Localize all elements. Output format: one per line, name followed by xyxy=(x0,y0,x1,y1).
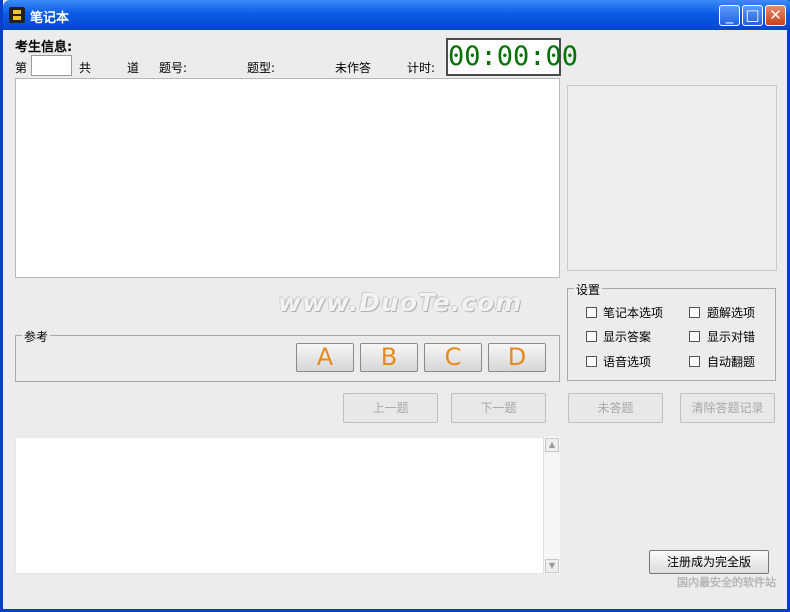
client-area: 考生信息: 第 共 道 题号: 题型: 未作答 计时: 00:00:00 www… xyxy=(6,30,784,606)
question-number-input[interactable] xyxy=(31,55,72,76)
answer-c-button[interactable]: C xyxy=(424,343,482,372)
notes-text-area[interactable] xyxy=(15,437,560,574)
register-full-version-button[interactable]: 注册成为完全版 xyxy=(649,550,769,574)
notebook-options-checkbox[interactable] xyxy=(586,307,597,318)
question-prefix-label: 第 xyxy=(15,61,28,75)
reference-label: 参考 xyxy=(22,328,51,345)
timer-label: 计时: xyxy=(407,61,436,75)
voice-options-checkbox[interactable] xyxy=(586,356,597,367)
show-correctness-label[interactable]: 显示对错 xyxy=(707,328,755,345)
main-window: 笔记本 _ □ ✕ 考生信息: 第 共 道 题号: 题型: 未作答 计时: 00… xyxy=(0,0,790,612)
corner-logo-text: 国内最安全的软件站 xyxy=(677,576,776,589)
show-correctness-checkbox[interactable] xyxy=(689,331,700,342)
notebook-options-label[interactable]: 笔记本选项 xyxy=(603,304,663,321)
minimize-button[interactable]: _ xyxy=(719,5,740,26)
question-type-label: 题型: xyxy=(247,61,276,75)
solution-options-checkbox[interactable] xyxy=(689,307,700,318)
auto-turn-checkbox[interactable] xyxy=(689,356,700,367)
unanswered-questions-button[interactable]: 未答题 xyxy=(568,393,663,423)
question-no-label: 题号: xyxy=(159,61,188,75)
exam-info-heading: 考生信息: xyxy=(15,40,73,55)
reference-group: 参考 A B C D xyxy=(15,328,560,382)
prev-question-button[interactable]: 上一题 xyxy=(343,393,438,423)
answer-a-button[interactable]: A xyxy=(296,343,354,372)
unanswered-label: 未作答 xyxy=(335,61,372,75)
show-answer-checkbox[interactable] xyxy=(586,331,597,342)
auto-turn-label[interactable]: 自动翻题 xyxy=(707,353,755,370)
show-answer-label[interactable]: 显示答案 xyxy=(603,328,651,345)
title-bar[interactable]: 笔记本 _ □ ✕ xyxy=(3,0,790,30)
solution-options-label[interactable]: 题解选项 xyxy=(707,304,755,321)
notes-scrollbar[interactable]: ▲ ▼ xyxy=(543,437,560,574)
timer-display: 00:00:00 xyxy=(446,38,578,76)
answer-d-button[interactable]: D xyxy=(488,343,546,372)
clear-records-button[interactable]: 清除答题记录 xyxy=(680,393,775,423)
next-question-button[interactable]: 下一题 xyxy=(451,393,546,423)
unit-label: 道 xyxy=(127,61,140,75)
maximize-button[interactable]: □ xyxy=(742,5,763,26)
voice-options-label[interactable]: 语音选项 xyxy=(603,353,651,370)
question-text-area[interactable] xyxy=(15,78,560,278)
answer-b-button[interactable]: B xyxy=(360,343,418,372)
scroll-up-arrow-icon[interactable]: ▲ xyxy=(545,438,559,452)
settings-title: 设置 xyxy=(574,281,603,298)
image-panel xyxy=(567,85,777,271)
watermark: www.DuoTe.com xyxy=(278,288,523,317)
total-label: 共 xyxy=(79,61,92,75)
scroll-down-arrow-icon[interactable]: ▼ xyxy=(545,559,559,573)
close-button[interactable]: ✕ xyxy=(765,5,786,26)
settings-group: 设置 笔记本选项 题解选项 显示答案 显示对错 语音选项 自动翻题 xyxy=(567,281,776,381)
window-title: 笔记本 xyxy=(30,11,70,26)
app-icon xyxy=(9,7,25,23)
